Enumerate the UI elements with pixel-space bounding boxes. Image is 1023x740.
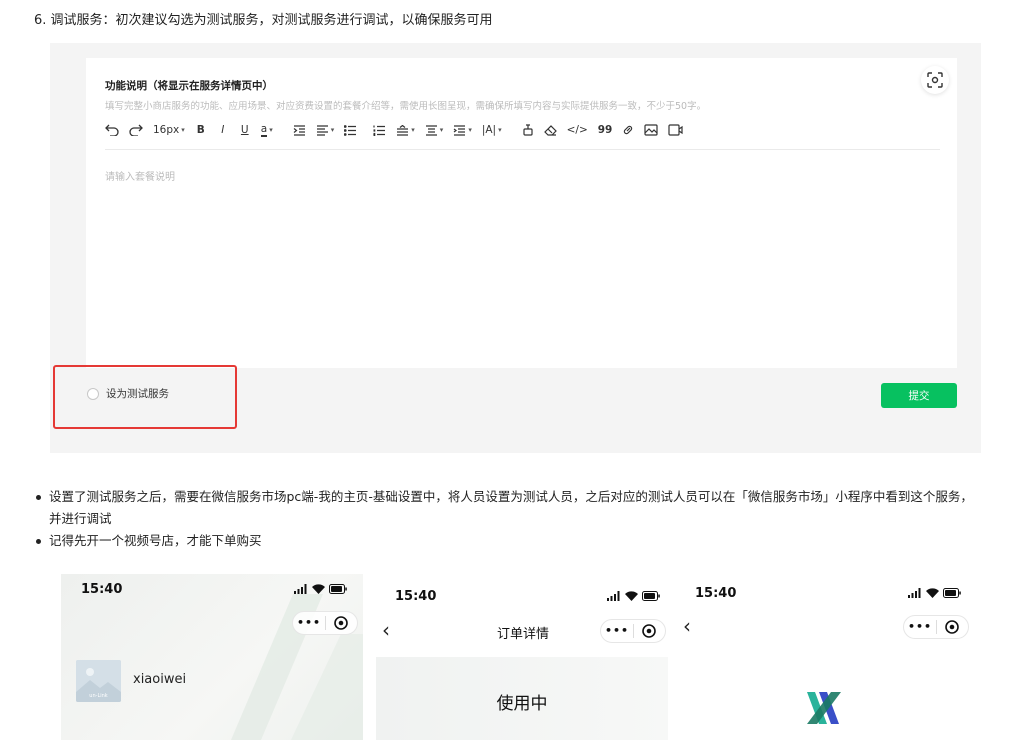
shop-name: xiaoiwei bbox=[133, 672, 187, 687]
battery-icon bbox=[329, 584, 347, 594]
test-service-radio[interactable] bbox=[87, 388, 99, 400]
chevron-down-icon: ▾ bbox=[269, 126, 273, 134]
video-icon[interactable] bbox=[668, 122, 683, 138]
back-button[interactable]: ‹ bbox=[683, 614, 691, 638]
order-status-card: 使用中 bbox=[376, 657, 668, 740]
format-painter-icon[interactable] bbox=[522, 122, 534, 138]
chevron-down-icon: ▾ bbox=[498, 126, 502, 134]
chevron-down-icon: ▾ bbox=[411, 126, 415, 134]
wifi-icon bbox=[625, 591, 638, 601]
phone-screenshot-loading: 15:40 ‹ ••• bbox=[681, 574, 981, 740]
line-height-select[interactable]: ▾ bbox=[396, 122, 415, 138]
scan-button[interactable] bbox=[921, 66, 949, 94]
wifi-icon bbox=[926, 588, 939, 598]
close-miniprogram-button[interactable] bbox=[937, 620, 968, 634]
close-miniprogram-button[interactable] bbox=[634, 624, 665, 638]
status-icons bbox=[607, 591, 660, 601]
chevron-down-icon: ▾ bbox=[439, 126, 444, 134]
toolbar-divider bbox=[105, 149, 940, 150]
battery-icon bbox=[943, 588, 961, 598]
service-form-screenshot: 功能说明（将显示在服务详情页中） 填写完整小商店服务的功能、应用场景、对应资费设… bbox=[50, 43, 981, 453]
shop-avatar: un-Link bbox=[76, 660, 121, 702]
close-miniprogram-button[interactable] bbox=[326, 616, 357, 630]
app-logo-icon bbox=[807, 692, 841, 724]
rich-text-editor: 功能说明（将显示在服务详情页中） 填写完整小商店服务的功能、应用场景、对应资费设… bbox=[86, 58, 957, 368]
image-icon[interactable] bbox=[644, 122, 658, 138]
letter-spacing-value: |A| bbox=[481, 124, 497, 136]
more-button[interactable]: ••• bbox=[601, 619, 633, 643]
more-button[interactable]: ••• bbox=[293, 611, 325, 635]
font-color-select[interactable]: a ▾ bbox=[260, 122, 273, 138]
paragraph-spacing-select[interactable]: ▾ bbox=[425, 122, 444, 138]
battery-icon bbox=[642, 591, 660, 601]
signal-icon bbox=[294, 584, 307, 594]
indent-icon[interactable] bbox=[293, 122, 306, 138]
list-item: 设置了测试服务之后，需要在微信服务市场pc端-我的主页-基础设置中，将人员设置为… bbox=[34, 486, 984, 530]
chevron-down-icon: ▾ bbox=[468, 126, 472, 134]
text-indent-select[interactable]: ▾ bbox=[453, 122, 472, 138]
phone-screenshot-order: 15:40 ‹ 订单详情 ••• 使用中 bbox=[365, 574, 679, 740]
bold-button[interactable]: B bbox=[195, 122, 207, 138]
undo-icon[interactable] bbox=[105, 122, 119, 138]
decorative-background bbox=[231, 594, 363, 740]
link-icon[interactable] bbox=[622, 122, 634, 138]
scan-icon bbox=[927, 72, 943, 88]
redo-icon[interactable] bbox=[129, 122, 143, 138]
font-size-value: 16px bbox=[153, 124, 180, 136]
signal-icon bbox=[607, 591, 620, 601]
miniprogram-capsule: ••• bbox=[600, 619, 666, 643]
status-time: 15:40 bbox=[395, 589, 437, 604]
status-time: 15:40 bbox=[81, 582, 123, 597]
target-icon bbox=[642, 624, 657, 638]
phone-screenshot-shop: 15:40 ••• un-Link xiaoiwei bbox=[61, 574, 363, 740]
bullet-list-icon[interactable] bbox=[344, 122, 357, 138]
letter-spacing-select[interactable]: |A| ▾ bbox=[482, 122, 502, 138]
signal-icon bbox=[908, 588, 921, 598]
eraser-icon[interactable] bbox=[543, 122, 557, 138]
submit-button[interactable]: 提交 bbox=[881, 383, 957, 408]
wifi-icon bbox=[312, 584, 325, 594]
list-item: 记得先开一个视频号店，才能下单购买 bbox=[34, 530, 984, 552]
miniprogram-capsule: ••• bbox=[903, 615, 969, 639]
more-button[interactable]: ••• bbox=[904, 615, 936, 639]
editor-toolbar: 16px ▾ B I U a ▾ ▾ ▾ ▾ ▾ |A| ▾ </> 99 bbox=[105, 121, 683, 139]
target-icon bbox=[945, 620, 960, 634]
back-button[interactable]: ‹ bbox=[382, 618, 390, 642]
font-color-value: a bbox=[260, 123, 268, 137]
target-icon bbox=[334, 616, 349, 630]
status-icons bbox=[908, 588, 961, 598]
align-select[interactable]: ▾ bbox=[316, 122, 335, 138]
code-button[interactable]: </> bbox=[567, 122, 588, 138]
quote-button[interactable]: 99 bbox=[598, 122, 613, 138]
editor-hint: 填写完整小商店服务的功能、应用场景、对应资费设置的套餐介绍等，需使用长图呈现，需… bbox=[105, 101, 707, 112]
editor-content-area[interactable]: 请输入套餐说明 bbox=[105, 168, 175, 183]
step-heading: 6. 调试服务：初次建议勾选为测试服务，对测试服务进行调试，以确保服务可用 bbox=[34, 13, 493, 28]
notes-list: 设置了测试服务之后，需要在微信服务市场pc端-我的主页-基础设置中，将人员设置为… bbox=[34, 486, 984, 552]
page-title: 订单详情 bbox=[497, 627, 550, 642]
status-icons bbox=[294, 584, 347, 594]
italic-button[interactable]: I bbox=[217, 122, 229, 138]
miniprogram-capsule: ••• bbox=[292, 611, 358, 635]
order-status: 使用中 bbox=[496, 694, 548, 714]
numbered-list-icon[interactable] bbox=[373, 122, 386, 138]
editor-title: 功能说明（将显示在服务详情页中） bbox=[105, 80, 273, 92]
chevron-down-icon: ▾ bbox=[330, 126, 335, 134]
chevron-down-icon: ▾ bbox=[181, 126, 185, 134]
test-service-label[interactable]: 设为测试服务 bbox=[106, 386, 169, 401]
avatar-label: un-Link bbox=[89, 693, 108, 699]
font-size-select[interactable]: 16px ▾ bbox=[153, 122, 185, 138]
status-time: 15:40 bbox=[695, 586, 737, 601]
underline-button[interactable]: U bbox=[239, 122, 251, 138]
